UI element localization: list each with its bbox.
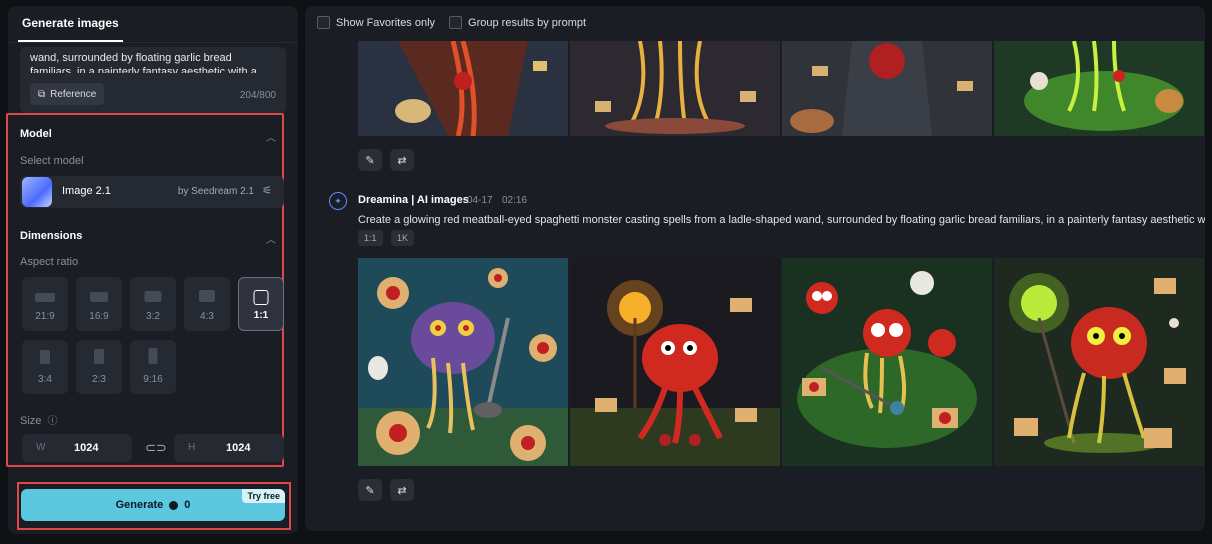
reference-button[interactable]: ⧉ Reference (30, 83, 105, 105)
tab-generate-images[interactable]: Generate images (18, 6, 123, 42)
checkbox-icon (317, 16, 330, 29)
dimensions-section-title[interactable]: Dimensions (20, 230, 82, 242)
result-image[interactable] (358, 258, 568, 466)
ratio-label: 1:1 (253, 310, 269, 321)
edit-pencil-icon[interactable]: ✎ (358, 479, 382, 501)
chevron-up-icon[interactable]: ︿ (266, 129, 276, 144)
ratio-shape-icon (253, 290, 269, 305)
height-key: H (188, 442, 196, 453)
result-image[interactable] (994, 258, 1204, 466)
ratio-4-3[interactable]: 4:3 (184, 277, 230, 331)
show-favorites-label: Show Favorites only (336, 16, 436, 29)
ratio-label: 2:3 (92, 374, 106, 385)
ratio-shape-icon (40, 350, 50, 364)
results-panel: Show Favorites only Group results by pro… (305, 6, 1205, 531)
result-image[interactable] (782, 41, 992, 136)
chevron-up-icon[interactable]: ︿ (266, 231, 276, 246)
select-model-label: Select model (20, 155, 84, 167)
show-favorites-checkbox[interactable]: Show Favorites only (317, 16, 435, 29)
tag-resolution: 1K (391, 230, 415, 246)
credit-icon (169, 500, 179, 510)
prompt-input[interactable]: wand, surrounded by floating garlic brea… (20, 47, 286, 113)
result-image-row-2 (358, 258, 1204, 466)
link-icon[interactable]: ⊂⊃ (145, 440, 167, 456)
result-date: 04-17 (467, 195, 493, 206)
result-image[interactable] (570, 41, 780, 136)
group-results-label: Group results by prompt (468, 16, 587, 29)
width-value[interactable]: 1024 (74, 442, 98, 454)
aspect-ratio-label: Aspect ratio (20, 256, 79, 268)
model-provider: by Seedream 2.1 (177, 186, 254, 197)
ratio-label: 4:3 (200, 311, 214, 322)
model-thumbnail (22, 177, 52, 207)
sliders-icon[interactable]: ⚟ (262, 184, 272, 197)
result-image[interactable] (994, 41, 1204, 136)
char-counter: 204/800 (239, 90, 276, 101)
result-time: 02:16 (502, 195, 528, 206)
height-value[interactable]: 1024 (226, 442, 250, 454)
ratio-3-4[interactable]: 3:4 (22, 340, 68, 394)
model-selector[interactable]: Image 2.1 by Seedream 2.1 ⚟ (20, 176, 284, 208)
ratio-label: 3:4 (38, 374, 52, 385)
ratio-21-9[interactable]: 21:9 (22, 277, 68, 331)
ratio-3-2[interactable]: 3:2 (130, 277, 176, 331)
ratio-label: 16:9 (89, 311, 109, 322)
model-section-title[interactable]: Model (20, 128, 52, 140)
result-image[interactable] (358, 41, 568, 136)
tab-bar: Generate images (8, 6, 298, 43)
filter-bar: Show Favorites only Group results by pro… (317, 16, 586, 29)
result-image[interactable] (570, 258, 780, 466)
ratio-label: 21:9 (35, 311, 55, 322)
try-free-badge: Try free (242, 489, 285, 503)
dreamina-logo-icon: ✦ (329, 192, 347, 210)
source-name: Dreamina | AI images (358, 194, 469, 206)
size-label-text: Size (20, 415, 42, 427)
ratio-2-3[interactable]: 2:3 (76, 340, 122, 394)
ratio-shape-icon (199, 290, 215, 302)
ratio-shape-icon (94, 349, 104, 364)
checkbox-icon (449, 16, 463, 29)
width-field[interactable]: W 1024 (22, 434, 132, 462)
regenerate-icon[interactable]: ⇄ (390, 479, 414, 501)
generate-label: Generate (115, 499, 164, 511)
generate-cost: 0 (184, 499, 191, 511)
prompt-text[interactable]: wand, surrounded by floating garlic brea… (30, 51, 276, 73)
result-prompt: Create a glowing red meatball-eyed spagh… (358, 214, 1205, 226)
ratio-9-16[interactable]: 9:16 (130, 340, 176, 394)
ratio-1-1[interactable]: 1:1 (238, 277, 284, 331)
height-field[interactable]: H 1024 (174, 434, 284, 462)
ratio-shape-icon (90, 292, 108, 302)
edit-pencil-icon[interactable]: ✎ (358, 149, 382, 171)
size-label: Size ⓘ (20, 412, 57, 427)
ratio-label: 3:2 (146, 311, 160, 322)
reference-label: Reference (50, 88, 97, 100)
regenerate-icon[interactable]: ⇄ (390, 149, 414, 171)
ratio-shape-icon (148, 348, 158, 364)
ratio-16-9[interactable]: 16:9 (76, 277, 122, 331)
result-image[interactable] (782, 258, 992, 466)
width-key: W (36, 442, 46, 453)
ratio-shape-icon (144, 291, 162, 302)
ratio-label: 9:16 (143, 374, 163, 385)
info-icon[interactable]: ⓘ (47, 416, 57, 427)
tag-ratio: 1:1 (358, 230, 383, 246)
group-results-checkbox[interactable]: Group results by prompt (449, 16, 586, 29)
model-name: Image 2.1 (62, 185, 111, 197)
result-image-row-1 (358, 41, 1204, 136)
reference-icon: ⧉ (38, 88, 46, 100)
generate-button[interactable]: Generate 0 Try free (21, 489, 285, 521)
ratio-shape-icon (35, 293, 55, 302)
